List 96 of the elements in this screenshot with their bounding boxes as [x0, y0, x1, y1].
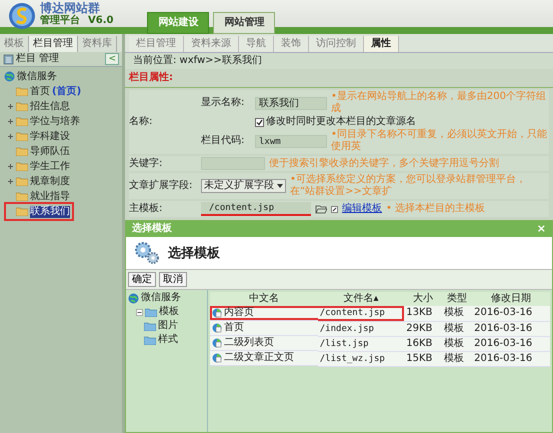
- file-name[interactable]: 首页: [224, 322, 244, 334]
- field-label: 文章扩展字段:: [129, 180, 194, 192]
- edit-template-link[interactable]: 编辑模板: [342, 203, 382, 215]
- section-title: 栏目属性:: [125, 69, 553, 88]
- column-header[interactable]: 中文名: [210, 292, 318, 306]
- folder-icon: [16, 207, 28, 216]
- logo-icon: [8, 2, 36, 30]
- logo-subtitle: 管理平台: [40, 15, 80, 26]
- tree-item[interactable]: 就业指导: [30, 190, 70, 202]
- table-cell: 2016-03-16: [472, 306, 550, 321]
- nav-tab[interactable]: 网站管理: [213, 12, 276, 34]
- tree-item[interactable]: 首页: [30, 86, 50, 98]
- folder-icon: [16, 192, 28, 201]
- tree-item[interactable]: 微信服务: [17, 70, 57, 82]
- hint-text: •同目录下名称不可重复，必须以英文开始，只能使用英: [331, 129, 548, 153]
- home-tag: (首页): [52, 86, 82, 98]
- tree-item[interactable]: 学位与培养: [30, 116, 80, 128]
- table-cell: 模板: [442, 321, 472, 336]
- table-cell: 2016-03-16: [472, 321, 550, 336]
- tree-icon: [3, 54, 14, 64]
- panel-title: 栏目 管理: [16, 53, 60, 65]
- breadcrumb: 当前位置: wxfw>>联系我们: [125, 53, 553, 69]
- input-field[interactable]: 联系我们: [255, 96, 327, 110]
- globe-icon: [128, 292, 139, 304]
- content-tab[interactable]: 装饰: [274, 36, 309, 52]
- folder-icon: [16, 132, 28, 141]
- folder-icon: [144, 322, 156, 330]
- table-cell: 29KB: [404, 321, 442, 336]
- caret-icon: [277, 184, 283, 188]
- table-cell: 模板: [442, 336, 472, 351]
- hint-text: 便于搜索引擎收录的关键字，多个关键字用逗号分割: [269, 158, 500, 170]
- dialog-button[interactable]: 取消: [159, 272, 187, 287]
- table-cell: 15KB: [404, 351, 442, 366]
- folder-icon: [16, 162, 28, 171]
- column-header[interactable]: 类型: [442, 292, 472, 306]
- content-tab[interactable]: 导航: [239, 36, 274, 52]
- version-label: V6.0: [88, 15, 114, 26]
- tree-item[interactable]: 学生工作: [30, 160, 70, 172]
- table-cell: /content.jsp: [318, 306, 404, 321]
- dropdown[interactable]: 未定义扩展字段: [201, 179, 286, 193]
- input-field[interactable]: [201, 157, 265, 170]
- content-tab[interactable]: 属性: [364, 36, 399, 52]
- content-tab[interactable]: 资料来源: [184, 36, 239, 52]
- table-cell: 13KB: [404, 306, 442, 321]
- tree-item[interactable]: 招生信息: [30, 100, 70, 112]
- table-cell: 2016-03-16: [472, 336, 550, 351]
- folder-icon: [145, 308, 157, 316]
- dropdown-value: 未定义扩展字段: [204, 180, 274, 192]
- tree-item[interactable]: 学科建设: [30, 130, 70, 142]
- folder-icon: [16, 177, 28, 186]
- dialog-title: 选择模板: [132, 223, 172, 235]
- folder-icon: [16, 102, 28, 111]
- checkbox[interactable]: [255, 118, 264, 126]
- table-cell: /index.jsp: [318, 321, 404, 336]
- table-cell: 模板: [442, 351, 472, 366]
- gears-icon: [134, 241, 160, 265]
- hint-text: •显示在网站导航上的名称，最多由200个字符组成: [331, 91, 547, 115]
- collapse-button[interactable]: <: [105, 53, 119, 65]
- table-cell: 2016-03-16: [472, 351, 550, 366]
- tree-item[interactable]: 模板: [159, 306, 179, 318]
- checkbox-label: 修改时同时更改本栏目的文章源名: [266, 116, 416, 128]
- field-label: 关键字:: [129, 158, 164, 170]
- edit-icon: [331, 206, 338, 212]
- tree-item[interactable]: 联系我们: [30, 206, 70, 218]
- column-header[interactable]: 修改日期: [472, 292, 550, 306]
- folder-icon: [16, 117, 28, 126]
- table-cell: 模板: [442, 306, 472, 321]
- folder-icon: [144, 336, 156, 344]
- tree-item[interactable]: 微信服务: [141, 292, 181, 304]
- table-cell: /list_wz.jsp: [318, 351, 404, 366]
- folder-icon: [16, 147, 28, 156]
- tree-item[interactable]: 样式: [158, 334, 178, 346]
- table-cell: 16KB: [404, 336, 442, 351]
- dialog-heading: 选择模板: [168, 246, 220, 260]
- content-tab[interactable]: 访问控制: [309, 36, 364, 52]
- field-label: 显示名称:: [201, 97, 246, 109]
- globe-icon: [4, 71, 15, 82]
- field-label: 名称:: [129, 116, 154, 128]
- column-header[interactable]: 大小: [404, 292, 442, 306]
- hint-text: •可选择系统定义的方案，您可以登录站群管理平台，在“站群设置>>文章扩: [290, 174, 527, 198]
- tree-item[interactable]: 图片: [158, 320, 178, 332]
- tree-item[interactable]: 导师队伍: [30, 146, 70, 158]
- tree-item[interactable]: 规章制度: [30, 176, 70, 188]
- table-cell: /list.jsp: [318, 336, 404, 351]
- dialog-button[interactable]: 确定: [128, 272, 156, 287]
- field-label: 主模板:: [129, 203, 164, 215]
- content-tab[interactable]: 栏目管理: [129, 36, 184, 52]
- folder-icon[interactable]: [315, 204, 327, 214]
- field-label: 栏目代码:: [201, 135, 246, 147]
- folder-icon: [16, 87, 28, 96]
- logo-title: 博达网站群: [40, 2, 101, 15]
- column-header[interactable]: 文件名▴: [318, 292, 404, 306]
- sidebar-tab[interactable]: 栏目管理: [29, 36, 78, 52]
- hint-text: • 选择本栏目的主模板: [386, 203, 486, 215]
- input-field[interactable]: /content.jsp: [201, 202, 311, 216]
- input-field[interactable]: lxwm: [255, 134, 327, 148]
